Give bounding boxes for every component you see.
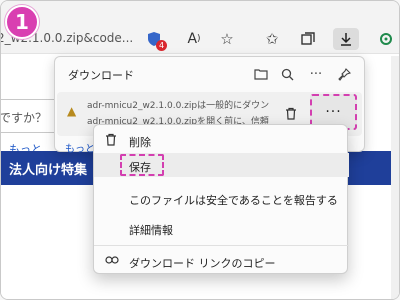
tracking-prevention-icon[interactable]: 4 xyxy=(141,28,167,51)
search-icon[interactable] xyxy=(277,64,297,84)
menu-item-save[interactable]: 保存 xyxy=(94,153,349,177)
menu-item-delete[interactable]: 削除 xyxy=(94,128,349,152)
menu-item-label: このファイルは安全であることを報告する xyxy=(129,194,338,207)
download-file-line1: adr-mnicu2_w2.1.0.0.zipは一般的にダウン xyxy=(87,101,270,111)
blocked-count-badge: 4 xyxy=(156,40,167,51)
link-icon xyxy=(105,254,119,268)
save-highlight xyxy=(120,154,164,176)
favorite-star-icon[interactable]: ☆ xyxy=(214,28,240,50)
collections-icon[interactable] xyxy=(295,28,321,50)
delete-icon[interactable] xyxy=(282,104,300,122)
browser-window: 2_w2.1.0.0.zip&code... 4 A) ☆ ✩ 1 ですか？ も… xyxy=(0,0,400,300)
browser-toolbar: 2_w2.1.0.0.zip&code... 4 A) ☆ ✩ xyxy=(1,1,399,54)
pin-icon[interactable] xyxy=(334,64,354,84)
menu-item-label: ダウンロード リンクのコピー xyxy=(129,257,276,270)
open-folder-icon[interactable] xyxy=(251,64,271,84)
page-search-input[interactable]: ですか？ xyxy=(1,99,59,133)
trash-icon xyxy=(105,133,117,149)
downloads-more-link[interactable]: もっと xyxy=(65,140,95,155)
warning-icon: ▲ xyxy=(67,104,77,118)
menu-item-details[interactable]: 詳細情報 xyxy=(94,216,349,240)
downloads-title: ダウンロード xyxy=(68,69,134,82)
step-number-badge: 1 xyxy=(5,5,39,39)
downloads-icon[interactable] xyxy=(333,28,359,50)
extension-icon[interactable] xyxy=(373,28,399,50)
read-aloud-icon[interactable]: A) xyxy=(181,28,207,50)
more-options-icon[interactable]: ··· xyxy=(306,64,326,84)
menu-item-report-safe[interactable]: このファイルは安全であることを報告する xyxy=(94,186,349,210)
menu-item-copy-link[interactable]: ダウンロード リンクのコピー xyxy=(94,249,349,273)
download-context-menu: 削除 保存 このファイルは安全であることを報告する 詳細情報 ダウンロード リン… xyxy=(93,124,349,274)
menu-divider xyxy=(94,245,349,246)
page-scrollbar[interactable] xyxy=(391,56,399,299)
menu-item-label: 削除 xyxy=(129,136,151,149)
favorites-icon[interactable]: ✩ xyxy=(259,28,285,50)
menu-item-label: 詳細情報 xyxy=(129,224,173,237)
